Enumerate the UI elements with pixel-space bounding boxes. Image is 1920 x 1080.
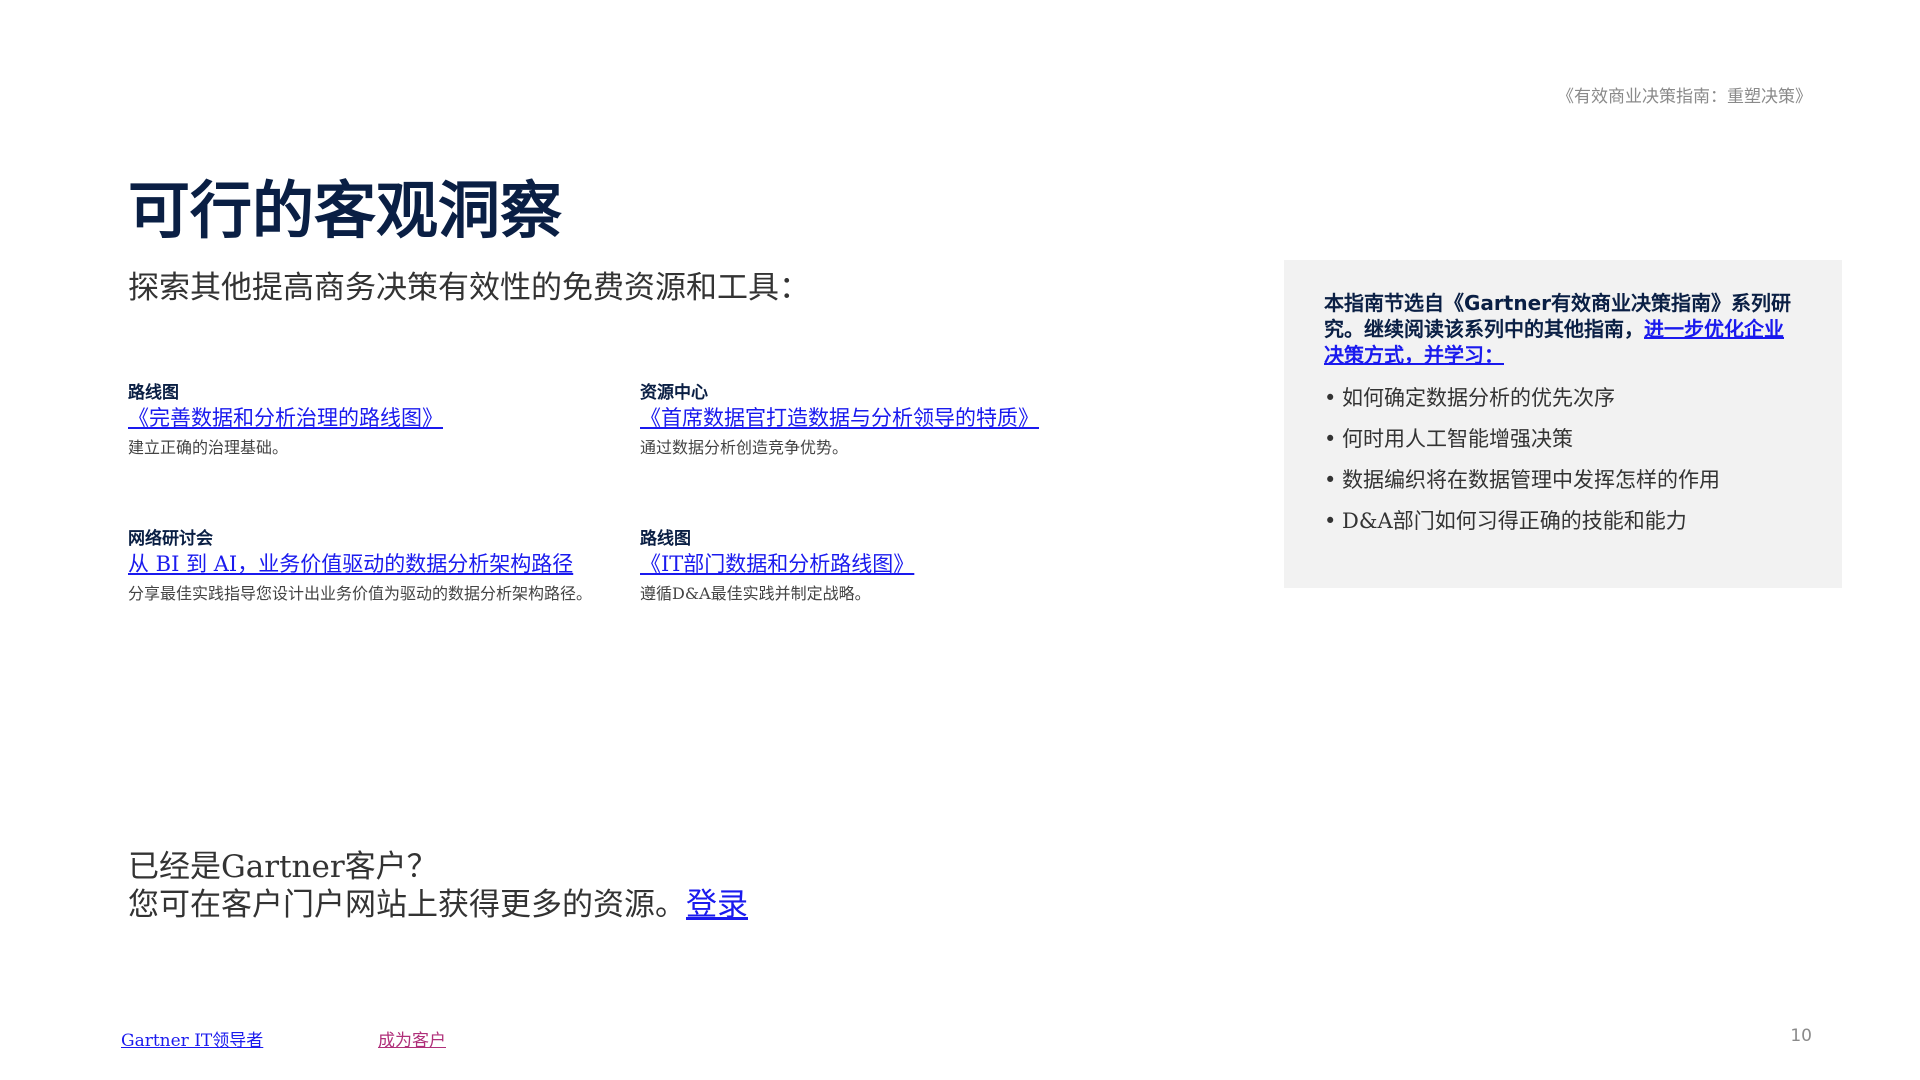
footer-link-become-client[interactable]: 成为客户 — [378, 1026, 446, 1051]
resource-link-it-da-roadmap[interactable]: 《IT部门数据和分析路线图》 — [640, 550, 914, 578]
bullet-icon: • — [1324, 509, 1337, 533]
resource-type-label: 网络研讨会 — [128, 529, 213, 549]
sidebar-intro: 本指南节选自《Gartner有效商业决策指南》系列研究。继续阅读该系列中的其他指… — [1324, 290, 1802, 368]
client-question: 已经是Gartner客户？ — [128, 849, 438, 885]
series-sidebar: 本指南节选自《Gartner有效商业决策指南》系列研究。继续阅读该系列中的其他指… — [1284, 260, 1842, 588]
resource-description: 建立正确的治理基础。 — [128, 438, 289, 457]
resource-type-label: 路线图 — [128, 383, 179, 403]
resource-item-it-da-roadmap: 路线图 《IT部门数据和分析路线图》 遵循D&A最佳实践并制定战略。 — [640, 528, 1110, 604]
page-number: 10 — [1790, 1026, 1812, 1046]
resource-item-governance-roadmap: 路线图 《完善数据和分析治理的路线图》 建立正确的治理基础。 — [128, 382, 598, 458]
client-portal-line: 您可在客户门户网站上获得更多的资源。登录 — [128, 886, 748, 924]
bullet-icon: • — [1324, 468, 1337, 492]
resource-item-cdo-hub: 资源中心 《首席数据官打造数据与分析领导的特质》 通过数据分析创造竞争优势。 — [640, 382, 1110, 458]
bullet-icon: • — [1324, 427, 1337, 451]
bullet-icon: • — [1324, 386, 1337, 410]
resource-description: 分享最佳实践指导您设计出业务价值为驱动的数据分析架构路径。 — [128, 584, 593, 603]
resource-link-cdo-hub[interactable]: 《首席数据官打造数据与分析领导的特质》 — [640, 404, 1039, 432]
list-item: • 数据编织将在数据管理中发挥怎样的作用 — [1324, 468, 1720, 492]
resource-link-governance-roadmap[interactable]: 《完善数据和分析治理的路线图》 — [128, 404, 443, 432]
client-portal-text: 您可在客户门户网站上获得更多的资源。 — [128, 887, 686, 923]
resource-description: 通过数据分析创造竞争优势。 — [640, 438, 849, 457]
footer-link-it-leaders[interactable]: Gartner IT领导者 — [121, 1026, 263, 1051]
page-title: 可行的客观洞察 — [128, 174, 563, 247]
page-subtitle: 探索其他提高商务决策有效性的免费资源和工具： — [128, 270, 810, 306]
login-link[interactable]: 登录 — [686, 887, 748, 923]
client-login-callout: 已经是Gartner客户？ 您可在客户门户网站上获得更多的资源。登录 — [128, 848, 748, 924]
sidebar-topic-list: • 如何确定数据分析的优先次序 • 何时用人工智能增强决策 • 数据编织将在数据管理中… — [1324, 384, 1802, 535]
list-item: • 如何确定数据分析的优先次序 — [1324, 386, 1615, 410]
resource-description: 遵循D&A最佳实践并制定战略。 — [640, 584, 871, 603]
resource-link-bi-to-ai-webinar[interactable]: 从 BI 到 AI，业务价值驱动的数据分析架构路径 — [128, 550, 573, 578]
resource-item-bi-to-ai-webinar: 网络研讨会 从 BI 到 AI，业务价值驱动的数据分析架构路径 分享最佳实践指导… — [128, 528, 598, 604]
resource-type-label: 资源中心 — [640, 383, 708, 403]
list-item: • 何时用人工智能增强决策 — [1324, 427, 1573, 451]
resource-type-label: 路线图 — [640, 529, 691, 549]
list-item: • D&A部门如何习得正确的技能和能力 — [1324, 509, 1687, 533]
document-title: 《有效商业决策指南：重塑决策》 — [1557, 87, 1812, 107]
